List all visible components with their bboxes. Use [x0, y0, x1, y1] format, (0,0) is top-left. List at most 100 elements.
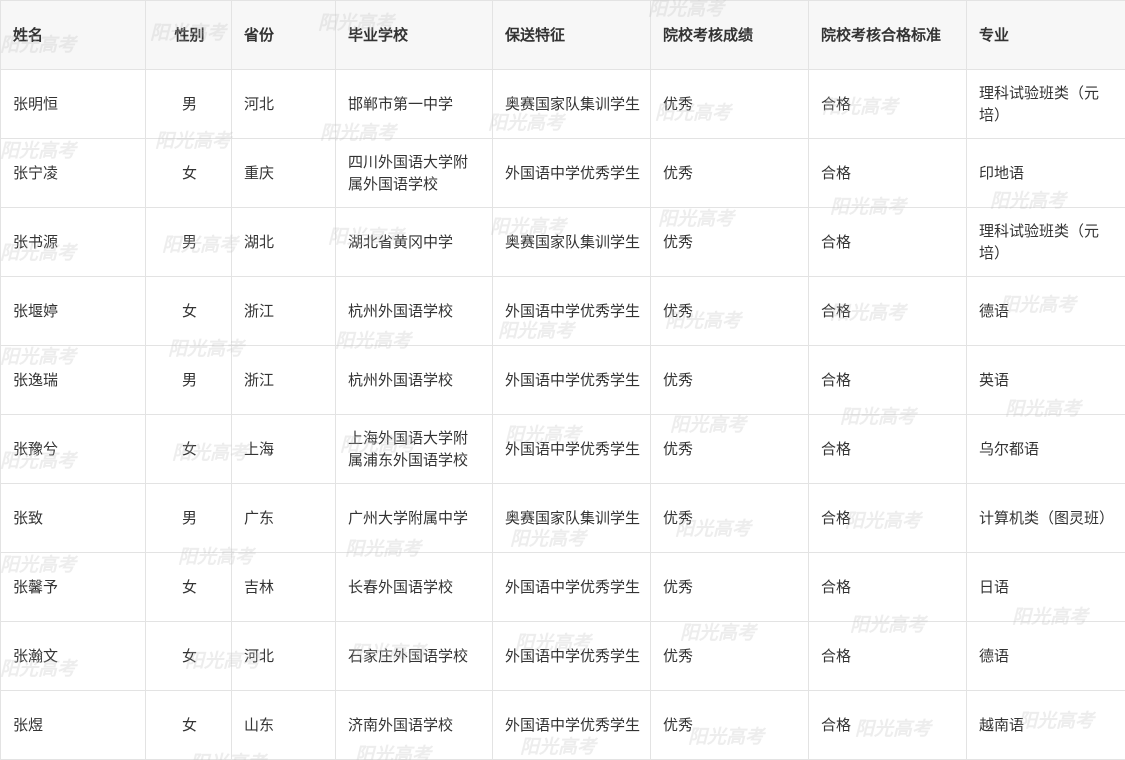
cell-province: 吉林 — [231, 552, 336, 622]
cell-score: 优秀 — [650, 483, 809, 553]
cell-score: 优秀 — [650, 552, 809, 622]
cell-school: 邯郸市第一中学 — [335, 69, 493, 139]
table-row: 张堰婷女浙江 杭州外国语学校 外国语中学优秀学生 优秀 合格 德语 — [0, 276, 1125, 346]
cell-standard: 合格 — [808, 276, 967, 346]
column-header-standard: 院校考核合格标准 — [808, 0, 967, 70]
cell-school: 四川外国语大学附属外国语学校 — [335, 138, 493, 208]
table-row: 张煜女山东 济南外国语学校 外国语中学优秀学生 优秀 合格 越南语 — [0, 690, 1125, 760]
cell-school: 湖北省黄冈中学 — [335, 207, 493, 277]
cell-score: 优秀 — [650, 690, 809, 760]
table-header-row: 姓名 性别 省份 毕业学校 保送特征 院校考核成绩 院校考核合格标准 专业 — [0, 0, 1125, 70]
table-row: 张书源男湖北 湖北省黄冈中学 奥赛国家队集训学生 优秀 合格 理科试验班类（元培） — [0, 207, 1125, 277]
column-header-name: 姓名 — [0, 0, 146, 70]
table-row: 张致男广东 广州大学附属中学 奥赛国家队集训学生 优秀 合格 计算机类（图灵班） — [0, 483, 1125, 553]
cell-province: 上海 — [231, 414, 336, 484]
cell-feature: 奥赛国家队集训学生 — [492, 483, 651, 553]
cell-name: 张逸瑞 — [0, 345, 146, 415]
table-row: 张明恒男河北 邯郸市第一中学 奥赛国家队集训学生 优秀 合格 理科试验班类（元培） — [0, 69, 1125, 139]
cell-standard: 合格 — [808, 483, 967, 553]
cell-gender: 女 — [145, 552, 232, 622]
cell-score: 优秀 — [650, 621, 809, 691]
column-header-score: 院校考核成绩 — [650, 0, 809, 70]
cell-school: 广州大学附属中学 — [335, 483, 493, 553]
cell-feature: 奥赛国家队集训学生 — [492, 207, 651, 277]
cell-feature: 外国语中学优秀学生 — [492, 345, 651, 415]
cell-province: 河北 — [231, 621, 336, 691]
cell-feature: 外国语中学优秀学生 — [492, 138, 651, 208]
cell-feature: 外国语中学优秀学生 — [492, 552, 651, 622]
cell-standard: 合格 — [808, 690, 967, 760]
cell-feature: 外国语中学优秀学生 — [492, 414, 651, 484]
cell-school: 石家庄外国语学校 — [335, 621, 493, 691]
cell-province: 河北 — [231, 69, 336, 139]
cell-school: 济南外国语学校 — [335, 690, 493, 760]
admission-table: 姓名 性别 省份 毕业学校 保送特征 院校考核成绩 院校考核合格标准 专业 张明… — [0, 0, 1125, 760]
cell-score: 优秀 — [650, 276, 809, 346]
cell-school: 长春外国语学校 — [335, 552, 493, 622]
cell-major: 日语 — [966, 552, 1125, 622]
cell-gender: 男 — [145, 345, 232, 415]
cell-gender: 女 — [145, 690, 232, 760]
cell-gender: 男 — [145, 69, 232, 139]
cell-standard: 合格 — [808, 414, 967, 484]
cell-school: 杭州外国语学校 — [335, 276, 493, 346]
cell-province: 广东 — [231, 483, 336, 553]
cell-name: 张煜 — [0, 690, 146, 760]
cell-name: 张书源 — [0, 207, 146, 277]
table-row: 张豫兮女上海 上海外国语大学附属浦东外国语学校 外国语中学优秀学生 优秀 合格 乌尔都语 — [0, 414, 1125, 484]
cell-province: 浙江 — [231, 345, 336, 415]
column-header-major: 专业 — [966, 0, 1125, 70]
cell-major: 乌尔都语 — [966, 414, 1125, 484]
cell-major: 计算机类（图灵班） — [966, 483, 1125, 553]
cell-gender: 女 — [145, 276, 232, 346]
cell-feature: 奥赛国家队集训学生 — [492, 69, 651, 139]
table-body: 张明恒男河北 邯郸市第一中学 奥赛国家队集训学生 优秀 合格 理科试验班类（元培） 张宁凌女… — [0, 69, 1125, 760]
cell-name: 张致 — [0, 483, 146, 553]
cell-major: 德语 — [966, 621, 1125, 691]
cell-major: 英语 — [966, 345, 1125, 415]
cell-province: 重庆 — [231, 138, 336, 208]
table-row: 张宁凌女重庆 四川外国语大学附属外国语学校 外国语中学优秀学生 优秀 合格 印地语 — [0, 138, 1125, 208]
cell-name: 张豫兮 — [0, 414, 146, 484]
table-row: 张逸瑞男浙江 杭州外国语学校 外国语中学优秀学生 优秀 合格 英语 — [0, 345, 1125, 415]
cell-score: 优秀 — [650, 138, 809, 208]
cell-major: 理科试验班类（元培） — [966, 207, 1125, 277]
cell-standard: 合格 — [808, 69, 967, 139]
cell-standard: 合格 — [808, 552, 967, 622]
cell-province: 浙江 — [231, 276, 336, 346]
column-header-province: 省份 — [231, 0, 336, 70]
cell-name: 张明恒 — [0, 69, 146, 139]
cell-standard: 合格 — [808, 345, 967, 415]
cell-name: 张馨予 — [0, 552, 146, 622]
cell-feature: 外国语中学优秀学生 — [492, 621, 651, 691]
cell-gender: 女 — [145, 138, 232, 208]
cell-score: 优秀 — [650, 414, 809, 484]
cell-school: 上海外国语大学附属浦东外国语学校 — [335, 414, 493, 484]
cell-major: 印地语 — [966, 138, 1125, 208]
cell-major: 德语 — [966, 276, 1125, 346]
table-row: 张馨予女吉林 长春外国语学校 外国语中学优秀学生 优秀 合格 日语 — [0, 552, 1125, 622]
cell-standard: 合格 — [808, 621, 967, 691]
cell-score: 优秀 — [650, 207, 809, 277]
cell-major: 越南语 — [966, 690, 1125, 760]
cell-gender: 男 — [145, 483, 232, 553]
cell-score: 优秀 — [650, 69, 809, 139]
cell-province: 山东 — [231, 690, 336, 760]
cell-feature: 外国语中学优秀学生 — [492, 690, 651, 760]
cell-school: 杭州外国语学校 — [335, 345, 493, 415]
table-row: 张瀚文女河北 石家庄外国语学校 外国语中学优秀学生 优秀 合格 德语 — [0, 621, 1125, 691]
cell-name: 张宁凌 — [0, 138, 146, 208]
column-header-feature: 保送特征 — [492, 0, 651, 70]
cell-name: 张瀚文 — [0, 621, 146, 691]
cell-name: 张堰婷 — [0, 276, 146, 346]
cell-major: 理科试验班类（元培） — [966, 69, 1125, 139]
cell-score: 优秀 — [650, 345, 809, 415]
cell-standard: 合格 — [808, 207, 967, 277]
cell-feature: 外国语中学优秀学生 — [492, 276, 651, 346]
cell-gender: 女 — [145, 621, 232, 691]
cell-gender: 女 — [145, 414, 232, 484]
cell-gender: 男 — [145, 207, 232, 277]
cell-standard: 合格 — [808, 138, 967, 208]
column-header-gender: 性别 — [145, 0, 232, 70]
cell-province: 湖北 — [231, 207, 336, 277]
